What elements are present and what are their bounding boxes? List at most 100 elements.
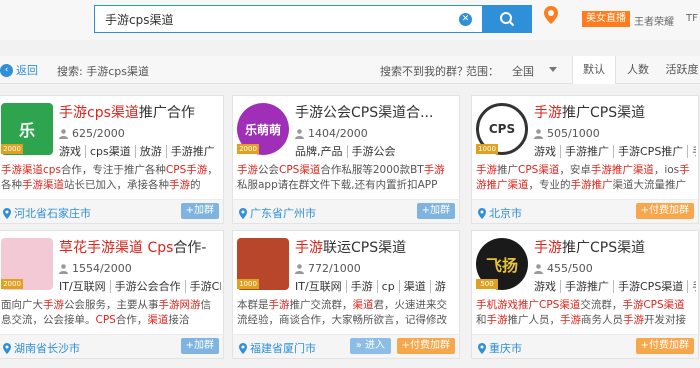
tag: 手游公会合作 [109,280,185,293]
member-count: 505/1000 [534,127,600,140]
card-footer: 广东省广州市 +加群 [233,199,459,223]
group-description: 手游渠道cps合作，专注于推广各种CPS手游，各种手游渠道站长已加入，承接各种手… [1,163,219,193]
range-select[interactable]: 全国 [512,63,534,79]
tag: cp [376,280,399,293]
group-city[interactable]: 湖南省长沙市 [3,340,80,356]
title-rest: 推广CPS渠道 [562,240,646,256]
tag: 手游CPS渠道 [613,280,688,293]
paid-join-button[interactable]: +付费加群 [635,203,694,219]
location-pin-icon [3,342,11,354]
desc-fragment: 手游 [169,179,190,191]
paid-join-button[interactable]: +付费加群 [635,338,694,354]
group-tags: 游戏手游推广手游CPS渠道手游 [534,278,696,294]
level-badge: 1000 [237,279,259,289]
level-badge: 1000 [476,144,498,154]
tab-default[interactable]: 默认 [572,56,616,84]
tab-activity[interactable]: 活跃度 [660,56,700,84]
desc-fragment: CPS [95,314,116,326]
desc-fragment: 手游渠道cps [1,164,61,176]
group-title[interactable]: 草花手游渠道 Cps合作- [59,237,221,257]
group-city[interactable]: 福建省厦门市 [239,340,316,356]
group-title[interactable]: 手游推广CPS渠道 [534,237,696,257]
join-button[interactable]: +加群 [180,338,219,354]
card-footer: 河北省石家庄市 +加群 [0,199,223,223]
group-city[interactable]: 北京市 [478,205,522,221]
not-found-link[interactable]: 搜索不到我的群？ [380,63,468,79]
group-title[interactable]: 手游联运CPS渠道 [295,237,457,257]
member-count-text: 1404/2000 [308,127,368,140]
group-card[interactable]: 乐 2000 手游cps渠道推广合作 625/2000 游戏 cps渠道 放游 手游推广 手游渠… [0,95,224,224]
location-pin-icon [478,207,486,219]
group-card[interactable]: 乐萌萌 2000 手游公会CPS渠道合... 1404/2000 品牌,产品 手游公会 手游… [232,95,460,224]
paid-join-button[interactable]: +付费加群 [396,338,455,354]
group-title[interactable]: 手游公会CPS渠道合... [295,102,457,122]
person-icon [295,263,304,274]
level-badge: 2000 [1,279,23,289]
range-label: 范围： [466,65,499,78]
tag: IT/互联网 [295,280,342,293]
city-text: 北京市 [489,207,522,220]
person-icon [534,263,543,274]
desc-fragment: 手游 [423,164,445,176]
desc-fragment: 手游 [486,314,508,326]
hot-link-1[interactable]: 王者荣耀 [634,13,674,28]
tab-members[interactable]: 人数 [616,56,660,84]
title-rest: 合作- [173,240,207,256]
group-city[interactable]: 广东省广州市 [239,205,316,221]
tag: 手游公会 [346,145,400,158]
person-icon [59,128,68,139]
chevron-down-icon[interactable] [549,67,557,72]
desc-fragment: 渠道大流量推广 [612,179,687,191]
group-card[interactable]: 2000 草花手游渠道 Cps合作- 1554/2000 IT/互联网 手游公会合作 手游… [0,230,224,359]
desc-fragment: CPS渠道 [539,299,581,311]
group-tags: IT/互联网手游公会合作手游CP [59,278,221,294]
enter-button[interactable]: » 进入 [349,338,391,354]
title-rest: 联运CPS渠道 [323,240,407,256]
tag: 游戏 [59,145,81,158]
desc-fragment: 交流群， [580,299,623,311]
location-pin-icon [239,342,247,354]
hot-link-2[interactable]: TF [686,13,698,24]
location-pin-icon[interactable] [544,6,558,24]
group-tags: IT/互联网 手游 cp 渠道游 [295,278,457,294]
group-title[interactable]: 手游推广CPS渠道 [534,102,696,122]
title-highlight: 草花手游渠道 Cps [59,240,174,256]
desc-fragment: 手游CPS渠道 [622,299,685,311]
group-city[interactable]: 重庆市 [478,340,522,356]
desc-fragment: ，ios [653,164,680,176]
back-arrow-icon: ‹ [0,63,13,77]
title-rest: 推广合作 [138,105,195,121]
tag: cps渠道 [85,145,135,158]
person-icon [295,128,304,139]
location-pin-icon [3,207,11,219]
clear-icon[interactable]: ✕ [459,13,472,26]
desc-fragment: 商务人员 [581,314,623,326]
join-button[interactable]: +加群 [416,203,455,219]
group-city[interactable]: 河北省石家庄市 [3,205,91,221]
person-icon [534,128,543,139]
desc-fragment: CPS渠道 [279,164,321,176]
search-input[interactable] [95,6,445,32]
group-card[interactable]: CPS1000手游推广CPS渠道505/1000游戏手游推广手游CPS推广手游手… [471,95,699,224]
city-text: 湖南省长沙市 [14,342,80,355]
group-title[interactable]: 手游cps渠道推广合作 [59,102,221,122]
member-count: 1554/2000 [59,262,132,275]
desc-fragment: 手游 [237,164,258,176]
back-label: 返回 [16,64,38,77]
desc-fragment: 手游推广渠道 [590,164,654,176]
level-badge: 2000 [1,144,23,154]
search-button[interactable] [482,5,532,33]
desc-fragment: 手游渠道 [22,179,64,191]
group-card[interactable]: 飞扬500手游推广CPS渠道455/500游戏手游推广手游CPS渠道手游手机游戏… [471,230,699,359]
tag: 游戏 [534,145,556,158]
search-box[interactable]: ✕ [94,5,482,33]
tag: 放游 [134,145,166,158]
tag: 游戏 [534,280,556,293]
live-badge[interactable]: 美女直播 [582,11,630,27]
group-card[interactable]: 1000 手游联运CPS渠道 772/1000 IT/互联网 手游 cp 渠道游本群是手游推… [232,230,460,359]
city-text: 福建省厦门市 [250,342,316,355]
desc-fragment: 公会 [258,164,279,176]
back-button[interactable]: ‹ 返回 [0,62,38,78]
card-footer: 湖南省长沙市 +加群 [0,334,223,358]
join-button[interactable]: +加群 [180,203,219,219]
